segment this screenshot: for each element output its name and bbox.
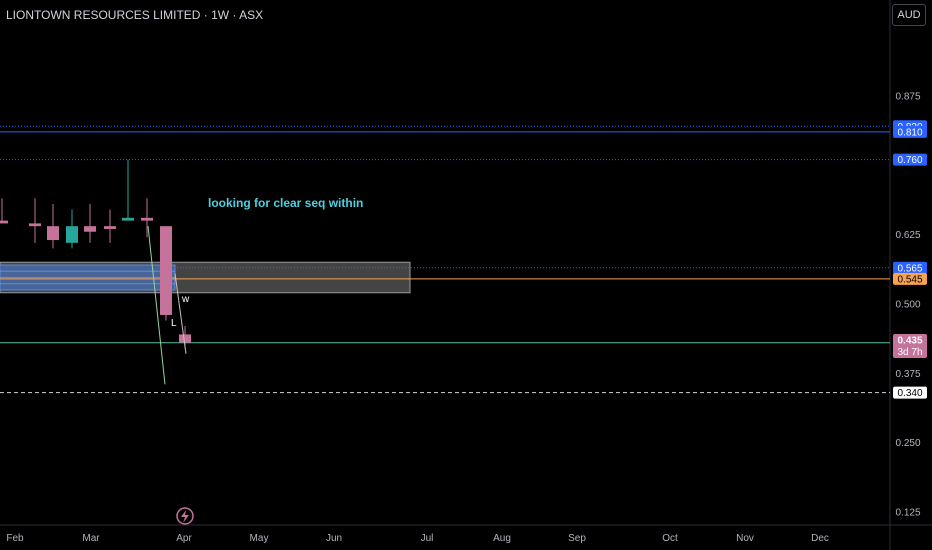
last-price-value: 0.435	[897, 335, 922, 346]
level-tag-text-3: 0.760	[897, 155, 922, 166]
x-tick-label: Jun	[326, 533, 342, 544]
candle-body[interactable]	[0, 220, 8, 224]
x-tick-label: Apr	[176, 533, 192, 544]
chart-window: 0.8200.8100.7600.5650.5450.4300.3400.875…	[0, 0, 932, 550]
y-tick-label: 0.625	[895, 230, 920, 241]
candle-body[interactable]	[47, 226, 59, 241]
last-price-countdown: 3d 7h	[897, 347, 922, 358]
x-tick-label: Nov	[736, 533, 754, 544]
currency-button[interactable]: AUD	[892, 4, 926, 26]
candle-body[interactable]	[84, 226, 96, 232]
candle-body[interactable]	[122, 217, 134, 221]
x-tick-label: Aug	[493, 533, 511, 544]
x-tick-label: Dec	[811, 533, 829, 544]
candle-body[interactable]	[160, 226, 172, 315]
level-tag-text-2: 0.810	[897, 127, 922, 138]
annotation-text[interactable]: looking for clear seq within	[208, 196, 363, 210]
y-tick-label: 0.375	[895, 369, 920, 380]
candle-body[interactable]	[179, 334, 191, 343]
candle-body[interactable]	[141, 217, 153, 221]
x-tick-label: May	[250, 533, 269, 544]
candle-body[interactable]	[66, 226, 78, 243]
level-tag-text-7: 0.340	[897, 388, 922, 399]
lightning-icon-glyph	[181, 510, 189, 523]
symbol-title[interactable]: LIONTOWN RESOURCES LIMITED · 1W · ASX	[6, 8, 263, 22]
wave-label-w: w	[181, 294, 190, 305]
level-tag-text-5: 0.545	[897, 274, 922, 285]
x-tick-label: Oct	[662, 533, 678, 544]
x-tick-label: Jul	[421, 533, 434, 544]
x-tick-label: Sep	[568, 533, 586, 544]
y-tick-label: 0.250	[895, 438, 920, 449]
y-tick-label: 0.875	[895, 91, 920, 102]
price-chart[interactable]: 0.8200.8100.7600.5650.5450.4300.3400.875…	[0, 0, 932, 550]
level-tag-text-4: 0.565	[897, 263, 922, 274]
candle-body[interactable]	[104, 226, 116, 229]
wave-label-l: L	[171, 318, 177, 329]
y-tick-label: 0.500	[895, 299, 920, 310]
x-tick-label: Mar	[82, 533, 100, 544]
x-tick-label: Feb	[6, 533, 24, 544]
candle-body[interactable]	[29, 223, 41, 227]
y-tick-label: 0.125	[895, 508, 920, 519]
